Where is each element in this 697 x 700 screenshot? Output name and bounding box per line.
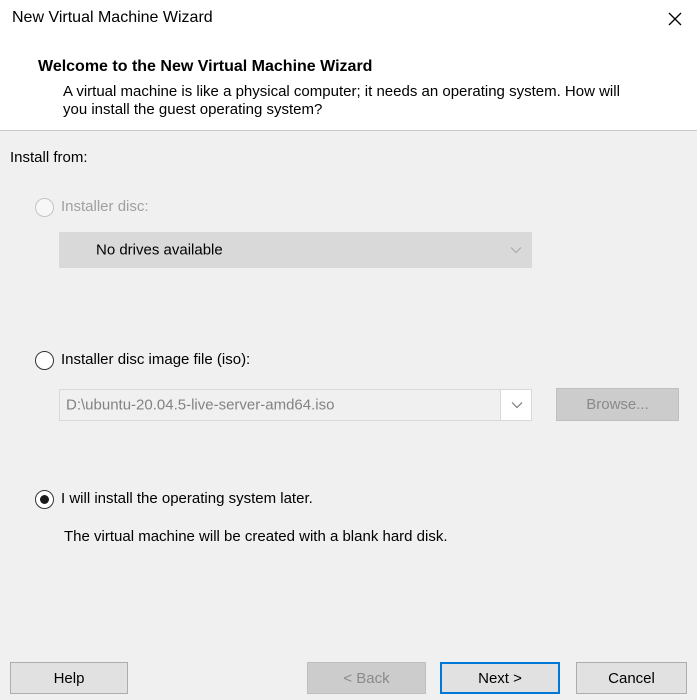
install-options-panel: Install from: Installer disc: No drives … bbox=[0, 131, 697, 650]
title-bar: New Virtual Machine Wizard bbox=[0, 0, 697, 40]
cancel-button[interactable]: Cancel bbox=[576, 662, 687, 694]
disc-drive-value: No drives available bbox=[96, 241, 223, 259]
install-later-radio[interactable] bbox=[35, 490, 54, 509]
chevron-down-icon bbox=[510, 247, 522, 254]
iso-image-label: Installer disc image file (iso): bbox=[61, 351, 251, 368]
close-button[interactable] bbox=[653, 0, 697, 38]
radio-selected-dot bbox=[40, 495, 49, 504]
install-later-label: I will install the operating system late… bbox=[61, 490, 313, 507]
help-button[interactable]: Help bbox=[10, 662, 128, 694]
page-description: A virtual machine is like a physical com… bbox=[63, 83, 620, 118]
install-later-note: The virtual machine will be created with… bbox=[64, 528, 448, 545]
wizard-header: Welcome to the New Virtual Machine Wizar… bbox=[0, 40, 697, 130]
back-button[interactable]: < Back bbox=[307, 662, 426, 694]
chevron-down-icon[interactable] bbox=[511, 401, 523, 409]
disc-drive-select[interactable]: No drives available bbox=[59, 232, 532, 268]
installer-disc-label: Installer disc: bbox=[61, 198, 149, 215]
next-button[interactable]: Next > bbox=[440, 662, 560, 694]
iso-path-combo[interactable]: D:\ubuntu-20.04.5-live-server-amd64.iso bbox=[59, 389, 532, 421]
installer-disc-radio[interactable] bbox=[35, 198, 54, 217]
wizard-footer: Help < Back Next > Cancel bbox=[0, 650, 697, 700]
iso-image-radio[interactable] bbox=[35, 351, 54, 370]
window-title: New Virtual Machine Wizard bbox=[12, 9, 213, 26]
install-from-label: Install from: bbox=[10, 149, 88, 166]
browse-button[interactable]: Browse... bbox=[556, 388, 679, 421]
page-heading: Welcome to the New Virtual Machine Wizar… bbox=[38, 58, 373, 75]
wizard-window: New Virtual Machine Wizard Welcome to th… bbox=[0, 0, 697, 700]
close-icon bbox=[668, 12, 682, 26]
iso-path-field[interactable]: D:\ubuntu-20.04.5-live-server-amd64.iso bbox=[60, 390, 501, 420]
iso-path-value: D:\ubuntu-20.04.5-live-server-amd64.iso bbox=[66, 396, 335, 414]
